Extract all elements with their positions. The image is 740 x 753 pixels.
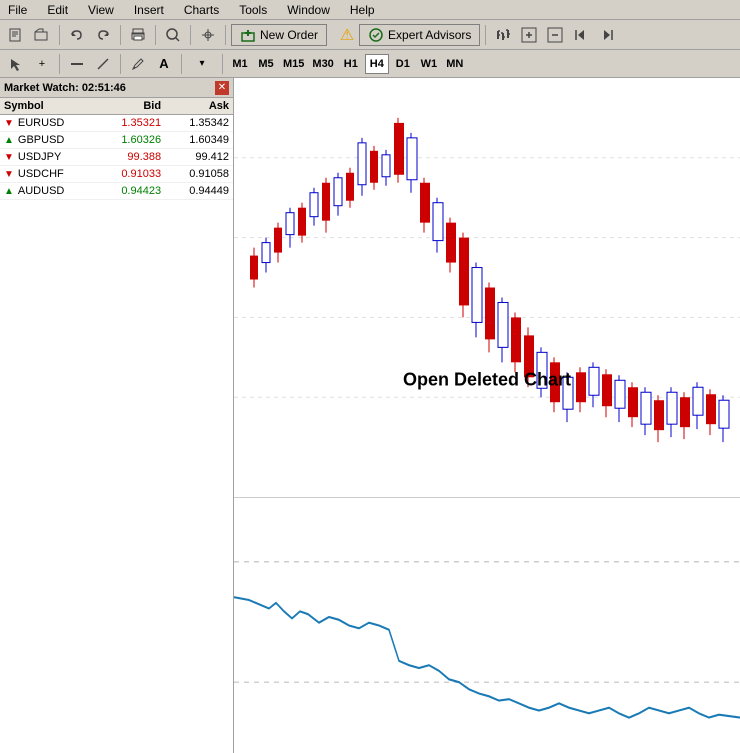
col-bid: Bid (97, 98, 165, 115)
tf-w1[interactable]: W1 (417, 54, 441, 74)
cursor-btn[interactable] (4, 53, 28, 75)
open-btn[interactable] (30, 24, 54, 46)
crosshair-btn[interactable] (196, 24, 220, 46)
menu-charts[interactable]: Charts (180, 3, 223, 17)
col-ask: Ask (165, 98, 233, 115)
sep9 (181, 54, 182, 74)
new-order-label: New Order (260, 28, 318, 42)
symbol-name-2: USDJPY (18, 151, 61, 163)
indicator-chart (234, 498, 740, 753)
bid-cell-0: 1.35321 (97, 115, 165, 132)
menu-bar: File Edit View Insert Charts Tools Windo… (0, 0, 740, 20)
sep4 (190, 25, 191, 45)
market-watch-row[interactable]: ▲ AUDUSD 0.94423 0.94449 (0, 183, 233, 200)
symbol-name-1: GBPUSD (18, 134, 64, 146)
expert-advisors-button[interactable]: Expert Advisors (359, 24, 480, 46)
cursor-type-btn[interactable]: ▾ (187, 53, 217, 75)
tf-h1[interactable]: H1 (339, 54, 363, 74)
new-chart-btn[interactable] (4, 24, 28, 46)
hline-btn[interactable] (65, 53, 89, 75)
menu-edit[interactable]: Edit (43, 3, 72, 17)
candlestick-chart[interactable]: Open Deleted Chart (234, 78, 740, 498)
toolbar2: + A ▾ M1 M5 M15 M30 H1 H4 D1 W1 MN (0, 50, 740, 78)
chart-area: Open Deleted Chart (234, 78, 740, 753)
sep8 (120, 54, 121, 74)
sep3 (155, 25, 156, 45)
crosshair2-btn[interactable]: + (30, 53, 54, 75)
menu-window[interactable]: Window (283, 3, 334, 17)
new-order-button[interactable]: New Order (231, 24, 327, 46)
symbol-cell-4: ▲ AUDUSD (0, 183, 97, 200)
market-watch-title: Market Watch: 02:51:46 (4, 82, 126, 94)
trendline-btn[interactable] (91, 53, 115, 75)
symbol-name-0: EURUSD (18, 117, 64, 129)
sep1 (59, 25, 60, 45)
sep10 (222, 54, 223, 74)
alert-btn[interactable]: ⚠ (337, 24, 357, 46)
sep2 (120, 25, 121, 45)
scroll-right-btn[interactable] (595, 24, 619, 46)
market-watch-row[interactable]: ▼ USDCHF 0.91033 0.91058 (0, 166, 233, 183)
market-watch-close[interactable]: ✕ (215, 81, 229, 95)
market-watch-header: Market Watch: 02:51:46 ✕ (0, 78, 233, 98)
market-watch-row[interactable]: ▲ GBPUSD 1.60326 1.60349 (0, 132, 233, 149)
tf-m30[interactable]: M30 (309, 54, 336, 74)
zoom-in-btn[interactable] (161, 24, 185, 46)
bid-cell-2: 99.388 (97, 149, 165, 166)
bid-cell-3: 0.91033 (97, 166, 165, 183)
zoom-out-chart-btn[interactable] (543, 24, 567, 46)
symbol-cell-1: ▲ GBPUSD (0, 132, 97, 149)
symbol-name-3: USDCHF (18, 168, 64, 180)
sep5 (225, 25, 226, 45)
tf-h4[interactable]: H4 (365, 54, 389, 74)
col-symbol: Symbol (0, 98, 97, 115)
symbol-cell-0: ▼ EURUSD (0, 115, 97, 132)
market-watch-panel: Market Watch: 02:51:46 ✕ Symbol Bid Ask … (0, 78, 234, 753)
undo-btn[interactable] (65, 24, 89, 46)
expert-advisors-label: Expert Advisors (388, 28, 471, 42)
tf-m1[interactable]: M1 (228, 54, 252, 74)
market-watch-table: Symbol Bid Ask ▼ EURUSD 1.35321 1.35342 … (0, 98, 233, 200)
tf-d1[interactable]: D1 (391, 54, 415, 74)
text-btn[interactable]: A (152, 53, 176, 75)
ask-cell-1: 1.60349 (165, 132, 233, 149)
sep7 (59, 54, 60, 74)
market-watch-row[interactable]: ▼ USDJPY 99.388 99.412 (0, 149, 233, 166)
ask-cell-0: 1.35342 (165, 115, 233, 132)
print-btn[interactable] (126, 24, 150, 46)
toolbar1: New Order ⚠ Expert Advisors (0, 20, 740, 50)
bar-chart-btn[interactable] (491, 24, 515, 46)
menu-insert[interactable]: Insert (130, 3, 168, 17)
menu-view[interactable]: View (84, 3, 118, 17)
symbol-cell-2: ▼ USDJPY (0, 149, 97, 166)
main-content: Market Watch: 02:51:46 ✕ Symbol Bid Ask … (0, 78, 740, 753)
ask-cell-2: 99.412 (165, 149, 233, 166)
bid-cell-4: 0.94423 (97, 183, 165, 200)
scroll-left-btn[interactable] (569, 24, 593, 46)
symbol-name-4: AUDUSD (18, 185, 64, 197)
menu-file[interactable]: File (4, 3, 31, 17)
indicator-svg (234, 498, 740, 753)
tf-m15[interactable]: M15 (280, 54, 307, 74)
tf-m5[interactable]: M5 (254, 54, 278, 74)
candlestick-svg (234, 78, 740, 497)
zoom-in-chart-btn[interactable] (517, 24, 541, 46)
ask-cell-4: 0.94449 (165, 183, 233, 200)
sep6 (485, 25, 486, 45)
pencil-btn[interactable] (126, 53, 150, 75)
symbol-cell-3: ▼ USDCHF (0, 166, 97, 183)
bid-cell-1: 1.60326 (97, 132, 165, 149)
ask-cell-3: 0.91058 (165, 166, 233, 183)
menu-tools[interactable]: Tools (235, 3, 271, 17)
tf-mn[interactable]: MN (443, 54, 467, 74)
redo-btn[interactable] (91, 24, 115, 46)
market-watch-row[interactable]: ▼ EURUSD 1.35321 1.35342 (0, 115, 233, 132)
menu-help[interactable]: Help (346, 3, 379, 17)
